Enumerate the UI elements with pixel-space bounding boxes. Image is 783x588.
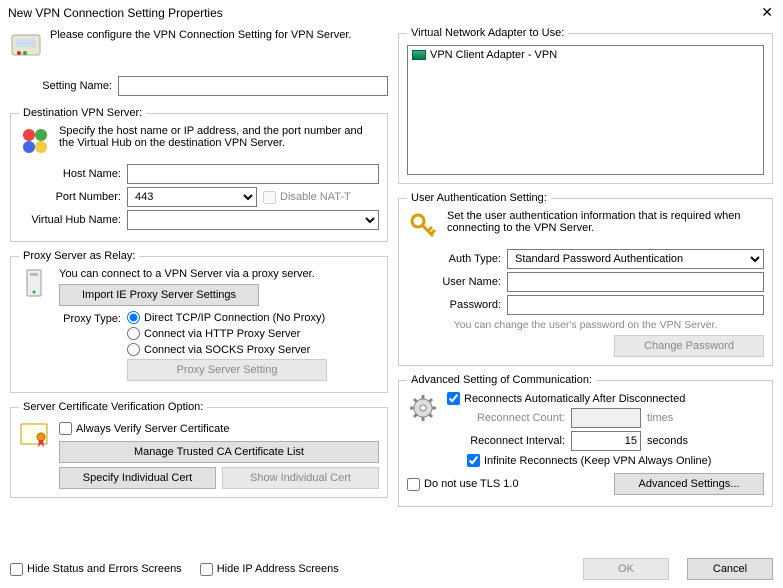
import-ie-proxy-button[interactable]: Import IE Proxy Server Settings <box>59 284 259 306</box>
list-item[interactable]: VPN Client Adapter - VPN <box>410 48 761 62</box>
intro-text: Please configure the VPN Connection Sett… <box>50 29 351 41</box>
cert-legend: Server Certificate Verification Option: <box>19 401 207 413</box>
reconnect-interval-unit: seconds <box>647 435 688 447</box>
reconnect-interval-input[interactable] <box>571 431 641 451</box>
proxy-socks-label: Connect via SOCKS Proxy Server <box>144 344 310 356</box>
window-title: New VPN Connection Setting Properties <box>8 6 223 20</box>
destination-group: Destination VPN Server: Specify the host… <box>10 107 388 242</box>
destination-hint: Specify the host name or IP address, and… <box>59 125 379 149</box>
certificate-icon <box>19 419 51 451</box>
vpn-setting-icon <box>10 29 42 61</box>
auto-reconnect-label: Reconnects Automatically After Disconnec… <box>464 393 685 405</box>
hub-select[interactable] <box>127 210 379 230</box>
password-label: Password: <box>407 299 501 311</box>
username-label: User Name: <box>407 276 501 288</box>
proxy-legend: Proxy Server as Relay: <box>19 250 139 262</box>
auth-type-select[interactable]: Standard Password Authentication <box>507 249 764 269</box>
auth-hint: Set the user authentication information … <box>447 210 764 234</box>
hide-status-checkbox[interactable] <box>10 563 23 576</box>
advanced-group: Advanced Setting of Communication: Recon… <box>398 374 773 507</box>
proxy-hint: You can connect to a VPN Server via a pr… <box>59 268 379 280</box>
close-icon[interactable]: ✕ <box>757 4 777 21</box>
ok-button: OK <box>583 558 669 580</box>
setting-name-input[interactable] <box>118 76 388 96</box>
proxy-icon <box>19 268 51 300</box>
port-label: Port Number: <box>19 191 121 203</box>
username-input[interactable] <box>507 272 764 292</box>
show-cert-button: Show Individual Cert <box>222 467 379 489</box>
proxy-socks-radio[interactable] <box>127 343 140 356</box>
auto-reconnect-checkbox[interactable] <box>447 392 460 405</box>
port-select[interactable]: 443 <box>127 187 257 207</box>
reconnect-count-label: Reconnect Count: <box>447 412 565 424</box>
proxy-http-label: Connect via HTTP Proxy Server <box>144 328 300 340</box>
auth-legend: User Authentication Setting: <box>407 192 551 204</box>
manage-ca-button[interactable]: Manage Trusted CA Certificate List <box>59 441 379 463</box>
adapter-listbox[interactable]: VPN Client Adapter - VPN <box>407 45 764 175</box>
always-verify-label: Always Verify Server Certificate <box>76 423 229 435</box>
proxy-group: Proxy Server as Relay: You can connect t… <box>10 250 388 393</box>
proxy-direct-radio[interactable] <box>127 311 140 324</box>
setting-name-label: Setting Name: <box>10 80 112 92</box>
key-icon <box>407 210 439 242</box>
cert-group: Server Certificate Verification Option: … <box>10 401 388 498</box>
hide-status-label: Hide Status and Errors Screens <box>27 563 182 575</box>
server-icon <box>19 125 51 157</box>
advanced-settings-button[interactable]: Advanced Settings... <box>614 473 764 495</box>
password-note: You can change the user's password on th… <box>407 319 764 331</box>
password-input[interactable] <box>507 295 764 315</box>
change-password-button: Change Password <box>614 335 764 357</box>
cancel-button[interactable]: Cancel <box>687 558 773 580</box>
hub-label: Virtual Hub Name: <box>19 214 121 226</box>
adapter-legend: Virtual Network Adapter to Use: <box>407 27 568 39</box>
host-input[interactable] <box>127 164 379 184</box>
advanced-legend: Advanced Setting of Communication: <box>407 374 596 386</box>
proxy-http-radio[interactable] <box>127 327 140 340</box>
destination-legend: Destination VPN Server: <box>19 107 146 119</box>
adapter-item-label: VPN Client Adapter - VPN <box>430 49 557 61</box>
infinite-reconnect-label: Infinite Reconnects (Keep VPN Always Onl… <box>484 455 711 467</box>
hide-ip-label: Hide IP Address Screens <box>217 563 339 575</box>
network-adapter-icon <box>412 50 426 60</box>
proxy-setting-button: Proxy Server Setting <box>127 359 327 381</box>
host-label: Host Name: <box>19 168 121 180</box>
disable-natt-checkbox <box>263 191 276 204</box>
infinite-reconnect-checkbox[interactable] <box>467 454 480 467</box>
disable-natt-label: Disable NAT-T <box>280 191 351 203</box>
reconnect-count-unit: times <box>647 412 673 424</box>
auth-group: User Authentication Setting: Set the use… <box>398 192 773 366</box>
specify-cert-button[interactable]: Specify Individual Cert <box>59 467 216 489</box>
hide-ip-checkbox[interactable] <box>200 563 213 576</box>
reconnect-interval-label: Reconnect Interval: <box>447 435 565 447</box>
proxy-direct-label: Direct TCP/IP Connection (No Proxy) <box>144 312 325 324</box>
gear-icon <box>407 392 439 424</box>
always-verify-checkbox[interactable] <box>59 422 72 435</box>
no-tls-checkbox[interactable] <box>407 478 420 491</box>
no-tls-label: Do not use TLS 1.0 <box>424 478 519 490</box>
reconnect-count-input <box>571 408 641 428</box>
adapter-group: Virtual Network Adapter to Use: VPN Clie… <box>398 27 773 184</box>
auth-type-label: Auth Type: <box>407 253 501 265</box>
proxy-type-label: Proxy Type: <box>19 311 121 325</box>
